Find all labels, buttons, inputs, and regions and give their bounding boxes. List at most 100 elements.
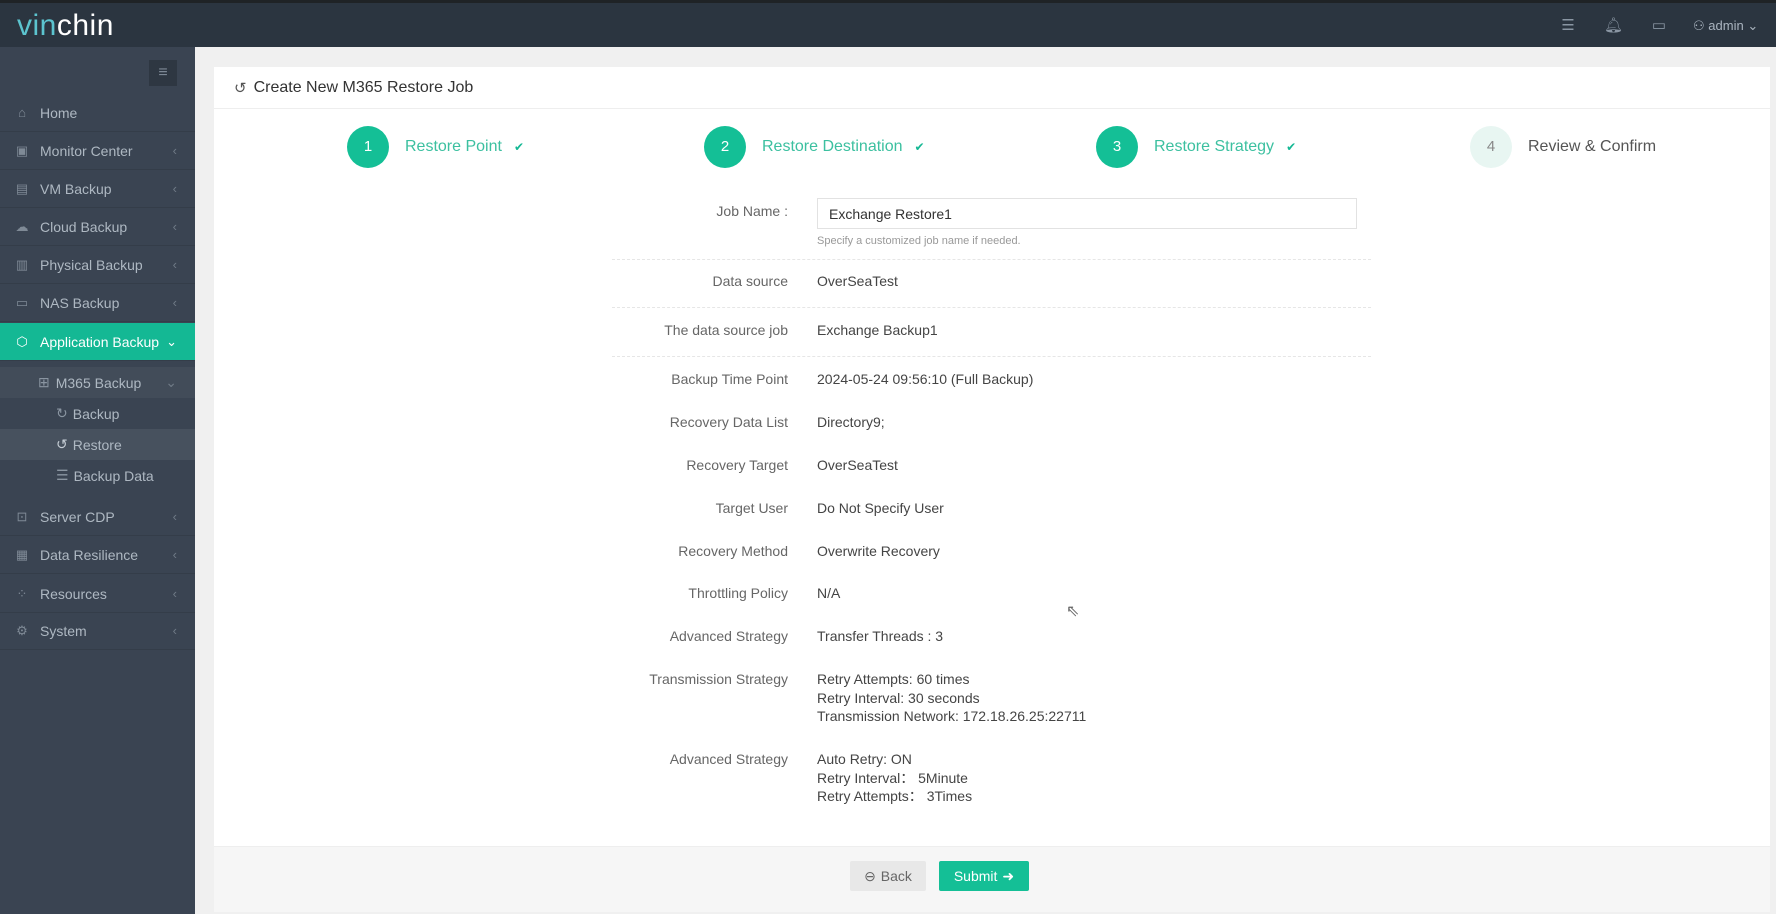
monitor-icon[interactable]: ▭ bbox=[1650, 17, 1668, 35]
sidebar-item-restore[interactable]: ↺ Restore bbox=[0, 429, 195, 460]
sidebar-item-label: Monitor Center bbox=[40, 142, 133, 159]
sidebar-item-data-resilience[interactable]: ▦ Data Resilience ‹ bbox=[0, 536, 195, 574]
chevron-left-icon: ‹ bbox=[172, 547, 177, 562]
vm-icon: ▤ bbox=[15, 180, 29, 196]
menu-toggle-icon[interactable]: ≡ bbox=[149, 60, 177, 86]
back-button[interactable]: ⊖ Back bbox=[850, 861, 926, 891]
home-icon: ⌂ bbox=[18, 105, 26, 120]
sidebar-item-label: Home bbox=[40, 104, 78, 121]
top-bar: vinchin ☰ 🔔︎ ▭ ⚇ admin ⌄ bbox=[0, 0, 1776, 47]
cdp-icon: ⊡ bbox=[16, 508, 28, 524]
target-user-label: Target User bbox=[715, 500, 788, 516]
chevron-left-icon: ‹ bbox=[172, 143, 177, 158]
sidebar-item-resources[interactable]: ⁘ Resources ‹ bbox=[0, 575, 195, 613]
recovery-method-value: Overwrite Recovery bbox=[817, 543, 940, 559]
step-restore-point: 1 Restore Point ✔ bbox=[347, 126, 524, 168]
auto-retry-attempts: Retry Attempts： 3Times bbox=[817, 788, 973, 804]
mouse-cursor-icon: ⇖ bbox=[1066, 603, 1080, 620]
user-icon: ⚇ bbox=[1693, 18, 1705, 33]
chevron-down-icon: ⌄ bbox=[166, 333, 177, 349]
sidebar-item-physical-backup[interactable]: ▥ Physical Backup ‹ bbox=[0, 246, 195, 284]
sidebar-item-label: NAS Backup bbox=[40, 294, 120, 311]
sidebar-item-label: Data Resilience bbox=[40, 546, 139, 563]
sidebar-item-label: M365 Backup bbox=[55, 374, 142, 391]
check-icon: ✔ bbox=[513, 140, 524, 154]
cloud-icon: ☁︎ bbox=[15, 218, 29, 234]
sidebar-item-m365-backup[interactable]: ⊞ M365 Backup ⌄ bbox=[0, 367, 195, 398]
advanced-strategy-value: Transfer Threads : 3 bbox=[817, 628, 944, 644]
transmission-network: Transmission Network: 172.18.26.25:22711 bbox=[817, 708, 1087, 724]
sidebar-item-label: VM Backup bbox=[40, 180, 112, 197]
sidebar-item-monitor-center[interactable]: ▣ Monitor Center ‹ bbox=[0, 132, 195, 170]
transmission-strategy-value: Retry Attempts: 60 times Retry Interval:… bbox=[817, 670, 1086, 726]
backup-time-point-value: 2024-05-24 09:56:10 (Full Backup) bbox=[817, 371, 1034, 387]
advanced-strategy-label: Advanced Strategy bbox=[669, 751, 788, 767]
retry-interval: Retry Interval: 30 seconds bbox=[817, 689, 980, 706]
vinchin-logo[interactable]: vinchin bbox=[17, 9, 114, 43]
backup-time-point-label: Backup Time Point bbox=[671, 371, 788, 387]
sidebar-item-nas-backup[interactable]: ▭ NAS Backup ‹ bbox=[0, 284, 195, 322]
restore-job-card: ↺ Create New M365 Restore Job 1 Restore Po… bbox=[214, 67, 1770, 912]
data-source-label: Data source bbox=[712, 273, 788, 289]
step-label: Review & Confirm bbox=[1528, 138, 1657, 155]
step-restore-strategy: 3 Restore Strategy ✔ bbox=[1096, 126, 1296, 168]
recovery-target-label: Recovery Target bbox=[686, 457, 788, 473]
app-icon: ⬡ bbox=[16, 333, 28, 349]
list-icon[interactable]: ☰ bbox=[1559, 17, 1577, 35]
chevron-left-icon: ‹ bbox=[172, 219, 177, 234]
page-title-text: Create New M365 Restore Job bbox=[253, 78, 474, 96]
sidebar-item-server-cdp[interactable]: ⊡ Server CDP ‹ bbox=[0, 498, 195, 536]
step-label: Restore Destination bbox=[762, 138, 903, 155]
transmission-strategy-label: Transmission Strategy bbox=[649, 671, 788, 687]
submit-label: Submit bbox=[953, 868, 998, 884]
recovery-data-list-label: Recovery Data List bbox=[669, 414, 788, 430]
sidebar-item-vm-backup[interactable]: ▤ VM Backup ‹ bbox=[0, 170, 195, 208]
sidebar-item-home[interactable]: ⌂ Home bbox=[0, 94, 195, 132]
auto-retry: Auto Retry: ON bbox=[817, 751, 912, 767]
job-name-input[interactable]: Exchange Restore1 bbox=[817, 198, 1357, 229]
sidebar: ≡ ⌂ Home ▣ Monitor Center ‹ ▤ VM Backup ‹ ☁︎ C… bbox=[0, 47, 195, 914]
user-menu[interactable]: ⚇ admin ⌄ bbox=[1693, 18, 1758, 34]
sidebar-item-cloud-backup[interactable]: ☁︎ Cloud Backup ‹ bbox=[0, 208, 195, 246]
step-restore-destination: 2 Restore Destination ✔ bbox=[704, 126, 925, 168]
restore-icon: ↺ bbox=[234, 79, 247, 97]
step-review-confirm: 4 Review & Confirm bbox=[1470, 126, 1656, 168]
sidebar-item-backup-data[interactable]: ☰ Backup Data bbox=[0, 460, 195, 491]
sidebar-item-system[interactable]: ⚙︎ System ‹ bbox=[0, 612, 195, 650]
job-name-label: Job Name : bbox=[716, 203, 788, 219]
recovery-target-value: OverSeaTest bbox=[817, 457, 898, 473]
divider bbox=[612, 307, 1371, 308]
form-footer: ⊖ Back Submit ➜ bbox=[214, 846, 1770, 912]
nas-icon: ▭ bbox=[15, 294, 29, 310]
sidebar-item-backup[interactable]: ↻ Backup bbox=[0, 398, 195, 429]
bell-icon[interactable]: 🔔︎ bbox=[1604, 17, 1623, 35]
submit-button[interactable]: Submit ➜ bbox=[939, 861, 1029, 891]
auto-retry-interval: Retry Interval： 5Minute bbox=[817, 769, 968, 786]
page-title: ↺ Create New M365 Restore Job bbox=[214, 67, 1770, 109]
database-icon: ☰ bbox=[56, 467, 69, 483]
advanced-strategy-label: Advanced Strategy bbox=[669, 628, 788, 644]
check-icon: ✔ bbox=[1286, 140, 1297, 154]
target-user-value: Do Not Specify User bbox=[817, 500, 944, 516]
retry-attempts: Retry Attempts: 60 times bbox=[817, 671, 970, 687]
data-source-value: OverSeaTest bbox=[817, 273, 898, 289]
check-icon: ✔ bbox=[914, 140, 925, 154]
chevron-left-icon: ‹ bbox=[172, 509, 177, 524]
gear-icon: ⚙︎ bbox=[16, 622, 28, 638]
chevron-down-icon: ⌄ bbox=[1747, 18, 1759, 33]
recovery-data-list-value: Directory9; bbox=[817, 414, 885, 430]
sidebar-item-label: System bbox=[40, 622, 87, 639]
chevron-left-icon: ‹ bbox=[172, 586, 177, 601]
sidebar-item-label: Resources bbox=[40, 585, 107, 602]
recovery-method-label: Recovery Method bbox=[678, 543, 788, 559]
arrow-left-circle-icon: ⊖ bbox=[864, 867, 876, 884]
sidebar-item-application-backup[interactable]: ⬡ Application Backup ⌄ bbox=[0, 323, 195, 361]
sidebar-item-label: Backup bbox=[72, 405, 120, 422]
sidebar-item-label: Application Backup bbox=[40, 333, 160, 350]
sidebar-item-label: Server CDP bbox=[40, 508, 115, 525]
refresh-icon: ↻ bbox=[56, 405, 68, 421]
step-number: 3 bbox=[1096, 126, 1138, 168]
advanced-strategy-retry-value: Auto Retry: ON Retry Interval： 5Minute R… bbox=[817, 750, 972, 806]
sidebar-item-label: Backup Data bbox=[73, 467, 154, 484]
chevron-down-icon: ⌄ bbox=[165, 374, 177, 390]
